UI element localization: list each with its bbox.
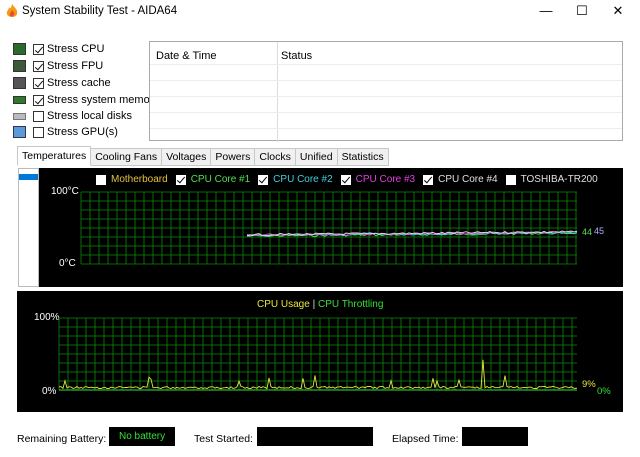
title-bar: System Stability Test - AIDA64 — ☐ ✕: [0, 0, 640, 24]
remaining-battery-label: Remaining Battery:: [17, 433, 107, 445]
temp-current-value-2: 45: [594, 226, 605, 236]
temperature-plot: [80, 191, 578, 265]
stress-gpu-option[interactable]: Stress GPU(s): [13, 124, 118, 140]
elapsed-time-value: [462, 427, 528, 446]
status-column-header[interactable]: Status: [281, 50, 312, 62]
stress-cache-checkbox[interactable]: [33, 77, 44, 89]
row-divider: [150, 80, 622, 81]
disk-icon: [13, 112, 26, 120]
maximize-button[interactable]: ☐: [572, 2, 592, 20]
minimize-button[interactable]: —: [536, 2, 556, 20]
row-divider: [150, 96, 622, 97]
test-started-value: [257, 427, 373, 446]
test-started-label: Test Started:: [194, 433, 253, 445]
window-title: System Stability Test - AIDA64: [22, 5, 178, 17]
stress-fpu-checkbox[interactable]: [33, 60, 44, 72]
log-table[interactable]: Date & Time Status: [149, 41, 623, 142]
column-divider: [277, 42, 278, 142]
stress-fpu-option[interactable]: Stress FPU: [13, 58, 103, 74]
cpu-usage-line: [58, 359, 578, 390]
sensor-list-selection[interactable]: [19, 174, 38, 180]
stress-memory-checkbox[interactable]: [33, 94, 44, 106]
graph-grid: [80, 191, 577, 265]
stress-disks-label: Stress local disks: [47, 110, 132, 122]
temperature-graph: Motherboard CPU Core #1 CPU Core #2 CPU …: [39, 168, 623, 287]
cpu-icon: [13, 43, 26, 55]
stress-cache-option[interactable]: Stress cache: [13, 75, 111, 91]
stress-gpu-checkbox[interactable]: [33, 126, 44, 138]
stress-memory-option[interactable]: Stress system memory: [13, 92, 159, 108]
stress-cpu-option[interactable]: Stress CPU: [13, 41, 104, 57]
tab-powers[interactable]: Powers: [211, 148, 256, 166]
close-button[interactable]: ✕: [608, 2, 628, 20]
stress-memory-label: Stress system memory: [47, 94, 159, 106]
stress-disks-option[interactable]: Stress local disks: [13, 108, 132, 124]
flame-icon: [6, 4, 18, 17]
remaining-battery-value: No battery: [109, 427, 175, 446]
tab-statistics[interactable]: Statistics: [337, 148, 389, 166]
tab-clocks[interactable]: Clocks: [255, 148, 296, 166]
stress-cache-label: Stress cache: [47, 77, 111, 89]
row-divider: [150, 128, 622, 129]
stress-gpu-label: Stress GPU(s): [47, 126, 118, 138]
sensor-list[interactable]: [18, 168, 39, 287]
fpu-icon: [13, 60, 26, 72]
datetime-column-header[interactable]: Date & Time: [156, 50, 217, 62]
row-divider: [150, 64, 622, 65]
temp-current-value: 44: [582, 227, 593, 237]
graph-grid: [58, 317, 577, 391]
stress-cpu-checkbox[interactable]: [33, 43, 44, 55]
cpu-usage-graph: CPU Usage | CPU Throttling 100% 0% 9% 0%: [17, 291, 623, 412]
tab-temperatures[interactable]: Temperatures: [17, 146, 92, 166]
stress-disks-checkbox[interactable]: [33, 110, 44, 122]
cache-icon: [13, 77, 26, 89]
memory-icon: [13, 96, 26, 104]
cpu-throttling-value: 0%: [597, 386, 611, 397]
status-bar: Remaining Battery: No battery Test Start…: [0, 418, 640, 457]
monitor-icon: [13, 126, 26, 138]
row-divider: [150, 112, 622, 113]
tab-unified[interactable]: Unified: [295, 148, 338, 166]
elapsed-time-label: Elapsed Time:: [392, 433, 459, 445]
cpu-usage-plot: [58, 317, 578, 391]
tab-cooling-fans[interactable]: Cooling Fans: [91, 148, 163, 166]
cpu-usage-value: 9%: [582, 379, 596, 390]
tab-voltages[interactable]: Voltages: [162, 148, 212, 166]
graph-tabs: Temperatures Cooling Fans Voltages Power…: [17, 146, 389, 166]
stress-cpu-label: Stress CPU: [47, 43, 105, 55]
stress-fpu-label: Stress FPU: [47, 60, 104, 72]
